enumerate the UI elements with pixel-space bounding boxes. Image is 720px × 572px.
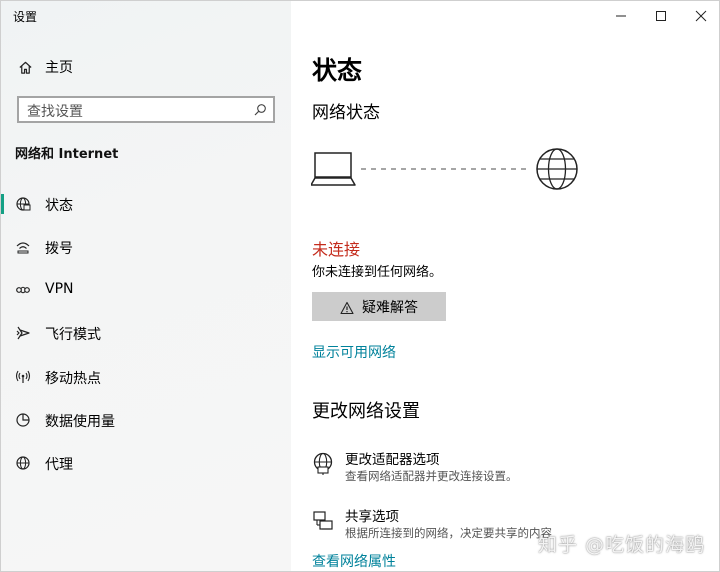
home-label: 主页 — [45, 60, 73, 76]
sidebar-item-data-usage[interactable]: 数据使用量 — [1, 402, 291, 438]
network-status-title: 网络状态 — [312, 103, 380, 123]
home-icon — [17, 59, 33, 75]
laptop-icon — [310, 152, 356, 186]
option-description: 查看网络适配器并更改连接设置。 — [345, 469, 518, 483]
search-placeholder: 查找设置 — [27, 104, 83, 120]
show-networks-link[interactable]: 显示可用网络 — [312, 342, 396, 362]
watermark: 知乎 @吃饭的海鸥 — [537, 534, 705, 556]
settings-window: 设置 主页 查找设置 网络和 Internet 状态 拨号 VPN 飞行模式 移… — [0, 0, 720, 572]
option-description: 根据所连接到的网络，决定要共享的内容 — [345, 526, 552, 540]
connection-status: 未连接 — [312, 240, 361, 259]
status-globe-icon — [15, 196, 31, 212]
active-indicator — [1, 194, 4, 214]
sidebar-item-label: 移动热点 — [45, 371, 101, 387]
adapter-globe-icon — [312, 452, 336, 476]
search-input[interactable]: 查找设置 — [17, 96, 275, 123]
sidebar-item-label: 代理 — [45, 457, 73, 473]
sidebar-item-status[interactable]: 状态 — [1, 186, 291, 222]
search-icon[interactable] — [253, 102, 267, 116]
sidebar-item-label: VPN — [45, 281, 74, 297]
troubleshoot-button[interactable]: 疑难解答 — [312, 292, 446, 321]
sidebar-item-proxy[interactable]: 代理 — [1, 445, 291, 481]
internet-globe-icon — [536, 148, 578, 190]
hotspot-icon — [15, 369, 31, 385]
adapter-options-item[interactable]: 更改适配器选项 查看网络适配器并更改连接设置。 — [312, 448, 712, 488]
option-title: 共享选项 — [345, 509, 399, 525]
vpn-icon — [15, 282, 31, 298]
option-title: 更改适配器选项 — [345, 452, 440, 468]
sidebar-item-vpn[interactable]: VPN — [1, 272, 291, 308]
section-title: 网络和 Internet — [15, 147, 119, 162]
airplane-icon — [15, 325, 31, 341]
sidebar-item-label: 飞行模式 — [45, 327, 101, 343]
sidebar: 设置 主页 查找设置 网络和 Internet 状态 拨号 VPN 飞行模式 移… — [1, 1, 291, 571]
troubleshoot-label: 疑难解答 — [362, 299, 418, 316]
sidebar-home[interactable]: 主页 — [17, 57, 73, 77]
sidebar-item-label: 拨号 — [45, 241, 73, 257]
sidebar-item-label: 状态 — [45, 198, 73, 214]
proxy-globe-icon — [15, 455, 31, 471]
main-content: 状态 网络状态 未连接 你未连接到任何网络。 疑难解答 显示可用网络 更改网络设… — [291, 1, 719, 571]
sidebar-item-dialup[interactable]: 拨号 — [1, 229, 291, 265]
dialup-icon — [15, 239, 31, 255]
page-title: 状态 — [312, 56, 363, 85]
change-settings-title: 更改网络设置 — [312, 401, 420, 422]
sidebar-item-hotspot[interactable]: 移动热点 — [1, 359, 291, 395]
view-properties-link[interactable]: 查看网络属性 — [312, 551, 396, 571]
sidebar-item-airplane[interactable]: 飞行模式 — [1, 315, 291, 351]
warning-icon — [340, 300, 354, 314]
app-title: 设置 — [13, 10, 38, 24]
data-usage-icon — [15, 412, 31, 428]
connection-description: 你未连接到任何网络。 — [312, 265, 443, 280]
sharing-icon — [312, 509, 336, 533]
network-diagram — [310, 145, 591, 195]
sidebar-item-label: 数据使用量 — [45, 414, 115, 430]
